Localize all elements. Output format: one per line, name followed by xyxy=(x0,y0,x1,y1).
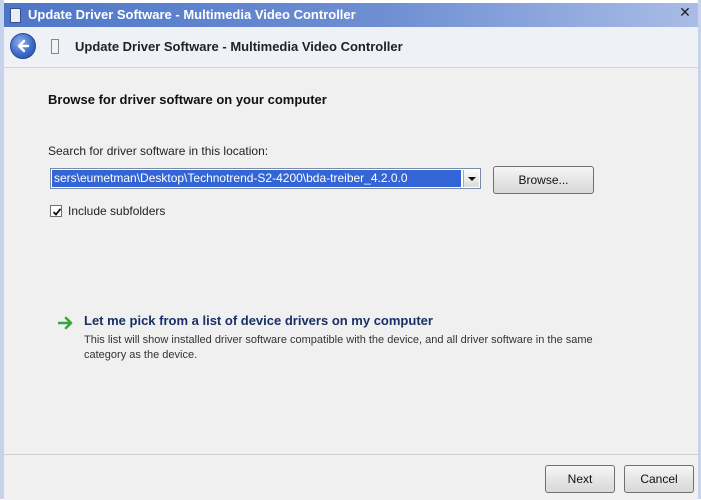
cancel-button[interactable]: Cancel xyxy=(624,465,694,493)
green-arrow-icon xyxy=(58,316,73,330)
next-button[interactable]: Next xyxy=(545,465,615,493)
device-icon xyxy=(51,39,59,54)
search-location-label: Search for driver software in this locat… xyxy=(48,144,269,158)
close-button[interactable]: ✕ xyxy=(676,6,694,22)
navigation-header: Update Driver Software - Multimedia Vide… xyxy=(4,27,698,68)
content-panel: Browse for driver software on your compu… xyxy=(4,68,698,454)
search-location-combobox[interactable]: sers\eumetman\Desktop\Technotrend-S2-420… xyxy=(50,168,481,189)
chevron-down-icon xyxy=(468,177,476,181)
include-subfolders-checkbox[interactable] xyxy=(50,205,62,217)
pick-from-list-link[interactable]: Let me pick from a list of device driver… xyxy=(84,313,433,328)
nav-title: Update Driver Software - Multimedia Vide… xyxy=(75,39,403,54)
search-location-input[interactable]: sers\eumetman\Desktop\Technotrend-S2-420… xyxy=(52,170,461,187)
back-button[interactable] xyxy=(10,33,36,59)
page-heading: Browse for driver software on your compu… xyxy=(48,92,327,107)
pick-from-list-description: This list will show installed driver sof… xyxy=(84,334,593,361)
back-arrow-icon xyxy=(17,39,30,53)
title-bar[interactable]: Update Driver Software - Multimedia Vide… xyxy=(4,3,698,27)
browse-button[interactable]: Browse... xyxy=(493,166,594,194)
checkmark-icon xyxy=(52,208,62,216)
dialog-footer: Next Cancel xyxy=(4,454,698,500)
window-icon xyxy=(10,8,21,23)
dropdown-arrow-button[interactable] xyxy=(463,170,479,187)
update-driver-dialog: Update Driver Software - Multimedia Vide… xyxy=(0,0,701,500)
window-title: Update Driver Software - Multimedia Vide… xyxy=(28,7,356,22)
include-subfolders-label: Include subfolders xyxy=(68,204,166,218)
